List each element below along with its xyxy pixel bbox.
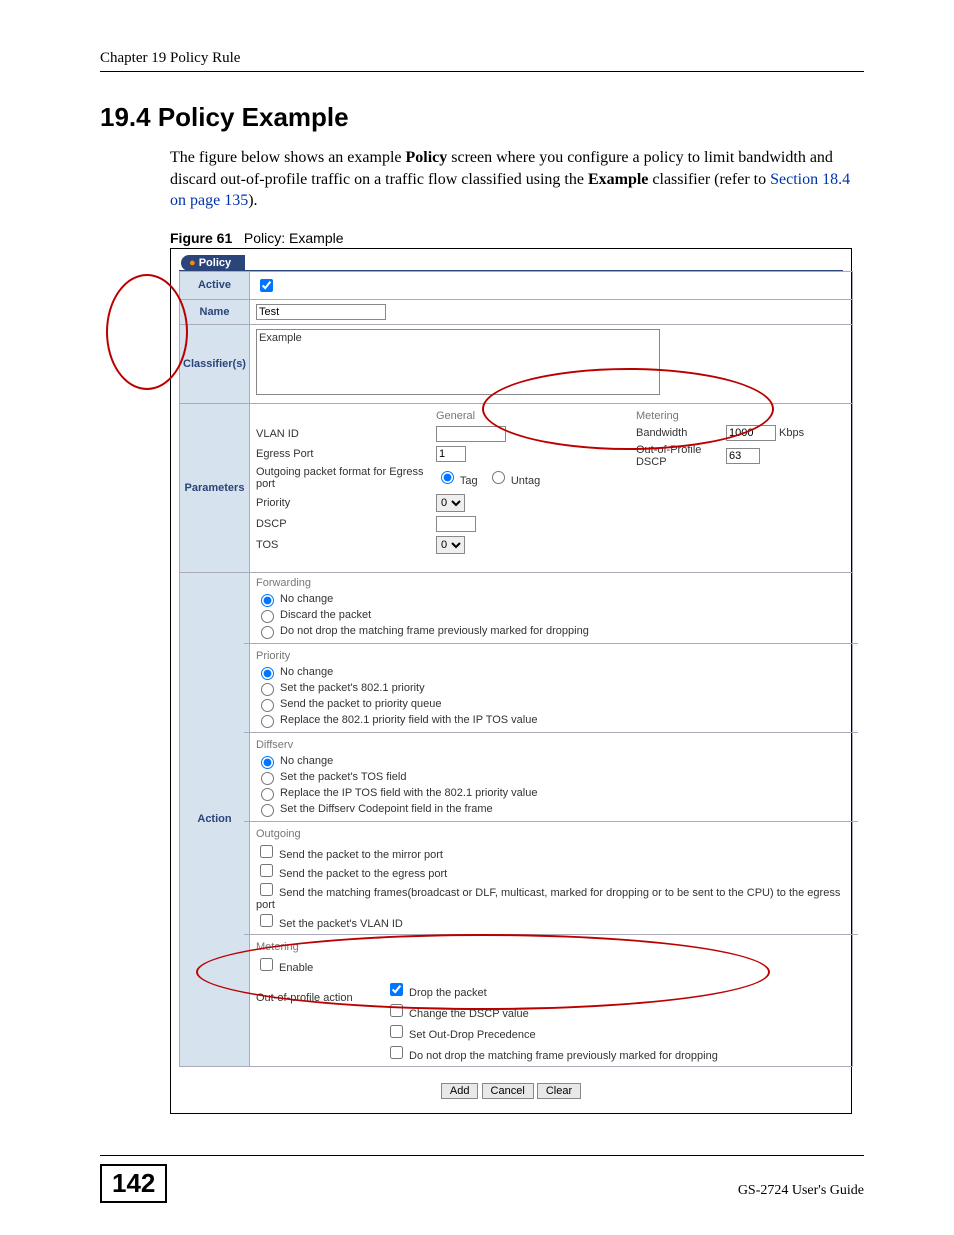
label-name: Name: [180, 299, 250, 324]
cb-metering-enable[interactable]: [260, 958, 273, 971]
active-checkbox[interactable]: [260, 279, 273, 292]
cancel-button[interactable]: Cancel: [482, 1083, 534, 1099]
panel-tab-policy: ● Policy: [181, 255, 245, 271]
label-out-of-profile-action: Out-of-profile action: [256, 978, 386, 1004]
cb-out-setvlan[interactable]: [260, 914, 273, 927]
radio-pri-set8021p-label[interactable]: Set the packet's 802.1 priority: [256, 682, 425, 694]
cb-out-mirror-label[interactable]: Send the packet to the mirror port: [256, 849, 443, 861]
radio-ds-nochange-label[interactable]: No change: [256, 755, 333, 767]
body-bold-example: Example: [588, 171, 648, 188]
body-text: ).: [248, 192, 257, 209]
label-active: Active: [180, 271, 250, 299]
cb-metering-enable-label[interactable]: Enable: [256, 962, 313, 974]
label-parameters: Parameters: [180, 403, 250, 572]
priority-header: Priority: [256, 650, 846, 662]
radio-pri-sendqueue[interactable]: [261, 699, 274, 712]
egress-port-input[interactable]: [436, 446, 466, 462]
guide-name: GS-2724 User's Guide: [738, 1183, 864, 1199]
radio-ds-settos-label[interactable]: Set the packet's TOS field: [256, 771, 407, 783]
oop-dscp-input[interactable]: [726, 448, 760, 464]
clear-button[interactable]: Clear: [537, 1083, 581, 1099]
classifier-item[interactable]: Example: [259, 332, 657, 344]
general-header: General: [436, 410, 636, 422]
radio-pri-nochange[interactable]: [261, 667, 274, 680]
radio-ds-nochange[interactable]: [261, 756, 274, 769]
bandwidth-unit: Kbps: [779, 427, 804, 439]
outgoing-header: Outgoing: [256, 828, 846, 840]
radio-fwd-discard[interactable]: [261, 610, 274, 623]
radio-pri-nochange-label[interactable]: No change: [256, 666, 333, 678]
figure-title: Policy: Example: [244, 230, 344, 246]
cb-oop-drop[interactable]: [390, 983, 403, 996]
label-bandwidth: Bandwidth: [636, 427, 726, 439]
panel-tab-label: Policy: [199, 257, 231, 269]
section-heading: 19.4 Policy Example: [100, 102, 864, 133]
page-number: 142: [100, 1164, 167, 1203]
tos-select[interactable]: 0: [436, 536, 465, 554]
radio-fwd-nodrop[interactable]: [261, 626, 274, 639]
radio-ds-settos[interactable]: [261, 772, 274, 785]
radio-fwd-nochange-label[interactable]: No change: [256, 593, 333, 605]
cb-oop-changedscp[interactable]: [390, 1004, 403, 1017]
cb-oop-setoutdrop-label[interactable]: Set Out-Drop Precedence: [386, 1029, 536, 1041]
vlan-id-input[interactable]: [436, 426, 506, 442]
radio-pri-replace-label[interactable]: Replace the 802.1 priority field with th…: [256, 714, 538, 726]
add-button[interactable]: Add: [441, 1083, 479, 1099]
radio-pri-set8021p[interactable]: [261, 683, 274, 696]
radio-fwd-nochange[interactable]: [261, 594, 274, 607]
bandwidth-input[interactable]: [726, 425, 776, 441]
cb-oop-drop-label[interactable]: Drop the packet: [386, 987, 487, 999]
figure-caption: Figure 61 Policy: Example: [170, 230, 864, 246]
cb-out-matching-label[interactable]: Send the matching frames(broadcast or DL…: [256, 887, 840, 911]
forwarding-header: Forwarding: [256, 577, 846, 589]
body-bold-policy: Policy: [405, 149, 447, 166]
running-head: Chapter 19 Policy Rule: [100, 50, 864, 72]
radio-ds-setdscp-label[interactable]: Set the Diffserv Codepoint field in the …: [256, 803, 493, 815]
radio-pri-replace[interactable]: [261, 715, 274, 728]
label-vlan-id: VLAN ID: [256, 428, 436, 440]
body-text: The figure below shows an example: [170, 149, 405, 166]
classifier-listbox[interactable]: Example: [256, 329, 660, 395]
policy-screenshot: ● Policy Active: [170, 248, 852, 1114]
cb-out-mirror[interactable]: [260, 845, 273, 858]
body-text: classifier (refer to: [648, 171, 770, 188]
radio-untag[interactable]: [492, 471, 505, 484]
figure-number: Figure 61: [170, 230, 232, 246]
radio-pri-sendqueue-label[interactable]: Send the packet to priority queue: [256, 698, 442, 710]
cb-oop-nodrop[interactable]: [390, 1046, 403, 1059]
dscp-input[interactable]: [436, 516, 476, 532]
radio-fwd-nodrop-label[interactable]: Do not drop the matching frame previousl…: [256, 625, 589, 637]
metering-header: Metering: [636, 410, 846, 422]
radio-ds-replacetos-label[interactable]: Replace the IP TOS field with the 802.1 …: [256, 787, 538, 799]
radio-ds-setdscp[interactable]: [261, 804, 274, 817]
cb-out-egress-label[interactable]: Send the packet to the egress port: [256, 868, 447, 880]
label-priority: Priority: [256, 497, 436, 509]
cb-out-matching[interactable]: [260, 883, 273, 896]
radio-tag-label[interactable]: Tag: [436, 475, 478, 487]
radio-tag[interactable]: [441, 471, 454, 484]
action-metering-header: Metering: [256, 941, 846, 953]
radio-ds-replacetos[interactable]: [261, 788, 274, 801]
label-egress-port: Egress Port: [256, 448, 436, 460]
cb-out-setvlan-label[interactable]: Set the packet's VLAN ID: [256, 918, 403, 930]
label-action: Action: [180, 572, 250, 1066]
cb-oop-changedscp-label[interactable]: Change the DSCP value: [386, 1008, 529, 1020]
label-egress-format: Outgoing packet format for Egress port: [256, 466, 436, 490]
diffserv-header: Diffserv: [256, 739, 846, 751]
priority-select[interactable]: 0: [436, 494, 465, 512]
label-tos: TOS: [256, 539, 436, 551]
section-body: The figure below shows an example Policy…: [170, 147, 864, 212]
cb-out-egress[interactable]: [260, 864, 273, 877]
tab-bullet-icon: ●: [189, 257, 196, 269]
cb-oop-setoutdrop[interactable]: [390, 1025, 403, 1038]
label-classifiers: Classifier(s): [180, 324, 250, 403]
radio-fwd-discard-label[interactable]: Discard the packet: [256, 609, 371, 621]
radio-untag-label[interactable]: Untag: [487, 475, 540, 487]
label-dscp: DSCP: [256, 518, 436, 530]
label-oop-dscp: Out-of-Profile DSCP: [636, 444, 726, 468]
name-input[interactable]: [256, 304, 386, 320]
cb-oop-nodrop-label[interactable]: Do not drop the matching frame previousl…: [386, 1050, 718, 1062]
